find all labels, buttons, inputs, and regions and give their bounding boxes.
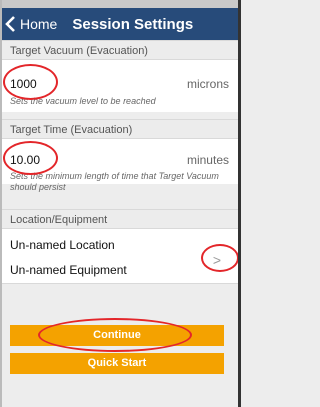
status-strip — [0, 0, 241, 8]
quick-start-button[interactable]: Quick Start — [10, 353, 224, 374]
target-vacuum-unit: microns — [186, 77, 229, 91]
back-button[interactable]: Home — [0, 8, 57, 40]
continue-button[interactable]: Continue — [10, 325, 224, 346]
location-equipment-header: Location/Equipment — [0, 209, 241, 229]
target-vacuum-hint: Sets the vacuum level to be reached — [10, 96, 156, 106]
target-time-unit: minutes — [186, 153, 229, 167]
chevron-left-icon — [5, 16, 15, 32]
target-time-header: Target Time (Evacuation) — [0, 119, 241, 139]
back-button-label: Home — [20, 16, 58, 32]
target-time-row[interactable]: 10.00 minutes Sets the minimum length of… — [0, 139, 241, 192]
page-title: Session Settings — [72, 15, 194, 33]
chevron-right-icon[interactable]: > — [213, 252, 221, 268]
target-time-input[interactable]: 10.00 — [10, 153, 40, 167]
target-vacuum-row[interactable]: 1000 microns Sets the vacuum level to be… — [0, 60, 241, 112]
divider — [0, 283, 241, 284]
location-label: Un-named Location — [10, 238, 115, 252]
equipment-label: Un-named Equipment — [10, 263, 127, 277]
target-vacuum-header: Target Vacuum (Evacuation) — [0, 40, 241, 60]
navigation-bar: Home Session Settings — [0, 8, 241, 40]
target-time-hint: Sets the minimum length of time that Tar… — [10, 171, 219, 192]
location-equipment-row[interactable]: Un-named Location Un-named Equipment — [0, 229, 241, 283]
target-vacuum-input[interactable]: 1000 — [10, 77, 37, 91]
